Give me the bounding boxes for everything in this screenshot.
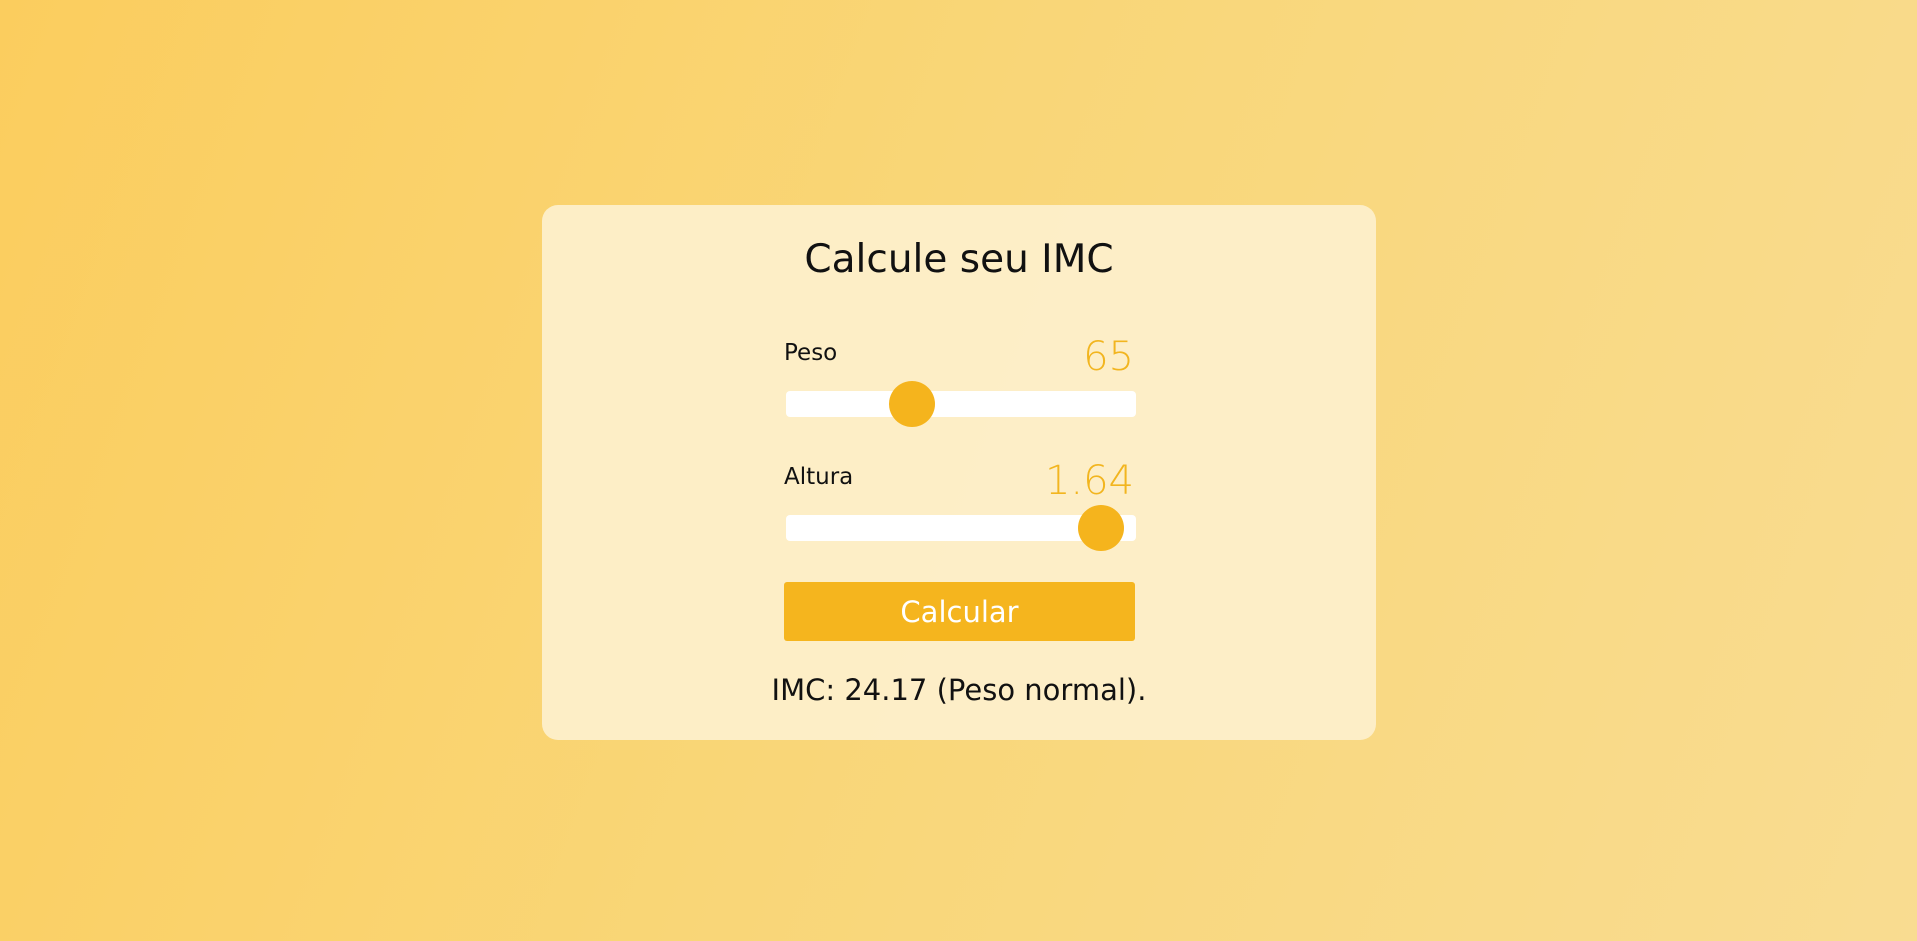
altura-value: 1.64 (1044, 458, 1134, 504)
peso-slider-thumb[interactable] (889, 381, 935, 427)
imc-result: IMC: 24.17 (Peso normal). (771, 673, 1147, 707)
altura-slider-thumb[interactable] (1078, 505, 1124, 551)
peso-value: 65 (1083, 334, 1134, 380)
peso-label: Peso (784, 340, 838, 366)
calcular-button[interactable]: Calcular (784, 582, 1135, 641)
page-title: Calcule seu IMC (804, 237, 1114, 282)
imc-card: Calcule seu IMC Peso 65 Altura 1.64 Calc… (542, 205, 1376, 740)
altura-slider[interactable] (786, 505, 1136, 551)
altura-label: Altura (784, 464, 854, 490)
peso-slider[interactable] (786, 381, 1136, 427)
